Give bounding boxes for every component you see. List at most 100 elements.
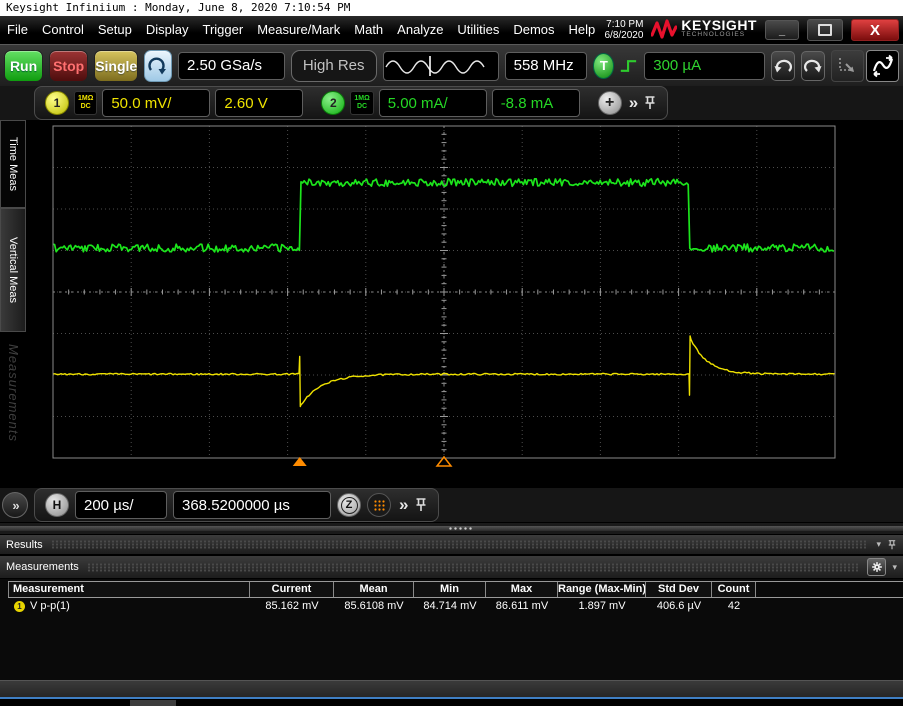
channel-1-offset-display[interactable]: 2.60 V <box>215 89 304 117</box>
results-title: Results <box>6 538 43 551</box>
grid-options-button[interactable] <box>367 493 391 517</box>
redo-button[interactable] <box>801 50 826 81</box>
expand-panel-button[interactable]: » <box>2 492 28 518</box>
splitter-bar <box>0 526 903 531</box>
taskbar-tab[interactable] <box>130 700 176 706</box>
menu-display[interactable]: Display <box>139 16 196 44</box>
clock-time: 7:10 PM <box>606 19 644 30</box>
clock-date: 6/8/2020 <box>604 30 644 41</box>
trigger-level-display[interactable]: 300 µA <box>644 51 766 80</box>
panel-splitter[interactable] <box>0 522 903 534</box>
channel-1-coupling-mode: DC <box>80 103 91 110</box>
measurement-min: 84.714 mV <box>423 600 477 612</box>
clear-display-button[interactable] <box>144 49 173 82</box>
col-current[interactable]: Current <box>250 582 334 597</box>
minimize-button[interactable]: _ <box>765 20 799 40</box>
measurement-range: 1.897 mV <box>578 600 626 612</box>
channel-2-badge[interactable]: 2 <box>321 91 346 115</box>
menu-setup[interactable]: Setup <box>91 16 139 44</box>
left-sidebar: Time Meas Vertical Meas Measurements <box>0 120 28 488</box>
measurements-table-header: Measurement Current Mean Min Max Range (… <box>8 581 903 598</box>
channel-controls: 1 1MΩ DC 50.0 mV/ 2.60 V 2 1MΩ DC 5.00 m… <box>34 86 669 120</box>
channel-1-scale-display[interactable]: 50.0 mV/ <box>102 89 211 117</box>
col-std-dev[interactable]: Std Dev <box>646 582 712 597</box>
col-mean[interactable]: Mean <box>334 582 414 597</box>
single-button[interactable]: Single <box>94 49 139 82</box>
channel-2-coupling-mode: DC <box>356 103 368 110</box>
pin-icon[interactable] <box>414 497 428 513</box>
measurement-row[interactable]: 1 V p-p(1) 85.162 mV 85.6108 mV 84.714 m… <box>8 598 903 615</box>
sidebar-tab-time-meas[interactable]: Time Meas <box>0 120 26 208</box>
measurements-settings-button[interactable] <box>867 558 887 576</box>
splitter-grip[interactable] <box>448 527 474 530</box>
channel-settings-bar: 1 1MΩ DC 50.0 mV/ 2.60 V 2 1MΩ DC 5.00 m… <box>0 86 903 120</box>
horizontal-badge[interactable]: H <box>45 493 69 517</box>
brand-name: KEYSIGHT <box>681 17 757 33</box>
oscilloscope-screen: Keysight Infiniium : Monday, June 8, 202… <box>0 0 903 706</box>
channel-2-offset-display[interactable]: -8.8 mA <box>491 89 580 117</box>
restore-icon <box>818 24 832 36</box>
channel-1-coupling[interactable]: 1MΩ DC <box>74 91 98 115</box>
measurements-title: Measurements <box>6 561 79 573</box>
col-measurement[interactable]: Measurement <box>8 582 250 597</box>
menu-demos[interactable]: Demos <box>506 16 561 44</box>
waveform-preview[interactable] <box>382 50 499 81</box>
measurements-header[interactable]: Measurements ▾ <box>0 555 903 579</box>
acquisition-mode-button[interactable]: High Res <box>290 49 377 82</box>
zoom-button[interactable]: Z <box>337 493 361 517</box>
timebase-scale-display[interactable]: 200 µs/ <box>75 491 167 519</box>
pin-icon[interactable] <box>643 95 657 111</box>
measurement-name-cell: 1 V p-p(1) <box>8 598 250 615</box>
add-channel-button[interactable]: + <box>597 91 622 115</box>
col-min[interactable]: Min <box>414 582 486 597</box>
col-range[interactable]: Range (Max-Min) <box>558 582 646 597</box>
keysight-wave-icon <box>651 19 678 39</box>
timebase-position-display[interactable]: 368.5200000 µs <box>173 491 331 519</box>
menu-measure-mark[interactable]: Measure/Mark <box>250 16 347 44</box>
menu-analyze[interactable]: Analyze <box>390 16 450 44</box>
box-zoom-icon <box>838 57 854 72</box>
box-zoom-button[interactable] <box>831 49 865 82</box>
menu-trigger[interactable]: Trigger <box>195 16 250 44</box>
menu-file[interactable]: File <box>0 16 35 44</box>
results-header-icons: ▾ <box>876 539 897 551</box>
trigger-slope-rising-icon[interactable] <box>620 55 638 77</box>
col-count[interactable]: Count <box>712 582 756 597</box>
run-button[interactable]: Run <box>4 49 44 82</box>
sidebar-tab-vertical-meas[interactable]: Vertical Meas <box>0 208 26 332</box>
measurement-name: V p-p(1) <box>30 600 70 612</box>
horizontal-bar: » H 200 µs/ 368.5200000 µs Z » <box>0 488 903 522</box>
undo-button[interactable] <box>771 50 796 81</box>
col-max[interactable]: Max <box>486 582 558 597</box>
sample-rate-display[interactable]: 2.50 GSa/s <box>178 51 285 80</box>
menu-control[interactable]: Control <box>35 16 91 44</box>
pin-icon[interactable] <box>887 539 897 551</box>
channel-2-coupling[interactable]: 1MΩ DC <box>350 91 374 115</box>
trigger-badge[interactable]: T <box>593 52 615 79</box>
measurement-mean: 85.6108 mV <box>344 600 404 612</box>
channel-1-offset: 2.60 V <box>224 94 268 112</box>
scope-plot[interactable] <box>28 120 903 488</box>
menu-help[interactable]: Help <box>562 16 603 44</box>
measurements-dropdown-icon[interactable]: ▾ <box>892 562 897 573</box>
channel-more-button[interactable]: » <box>627 93 639 113</box>
bandwidth-display[interactable]: 558 MHz <box>504 51 588 80</box>
results-header[interactable]: Results ▾ <box>0 534 903 555</box>
horizontal-more-button[interactable]: » <box>397 495 409 515</box>
sidebar-watermark: Measurements <box>6 344 21 442</box>
channel-2-scale-display[interactable]: 5.00 mA/ <box>378 89 487 117</box>
measurements-panel: Measurements ▾ Measurement Current Mean … <box>0 555 903 680</box>
menu-utilities[interactable]: Utilities <box>450 16 506 44</box>
stop-button[interactable]: Stop <box>49 49 89 82</box>
restore-button[interactable] <box>807 19 843 41</box>
close-button[interactable]: X <box>851 19 899 41</box>
touch-drag-mode-icon <box>872 54 893 77</box>
channel-2-impedance: 1MΩ <box>354 95 370 102</box>
menu-math[interactable]: Math <box>347 16 390 44</box>
menu-items: File Control Setup Display Trigger Measu… <box>0 16 602 44</box>
measurement-std-dev: 406.6 µV <box>656 600 702 612</box>
bottom-gray-strip <box>0 680 903 698</box>
channel-1-badge[interactable]: 1 <box>45 91 69 115</box>
touch-drag-mode-button[interactable] <box>866 49 900 82</box>
results-dropdown-icon[interactable]: ▾ <box>876 539 881 550</box>
